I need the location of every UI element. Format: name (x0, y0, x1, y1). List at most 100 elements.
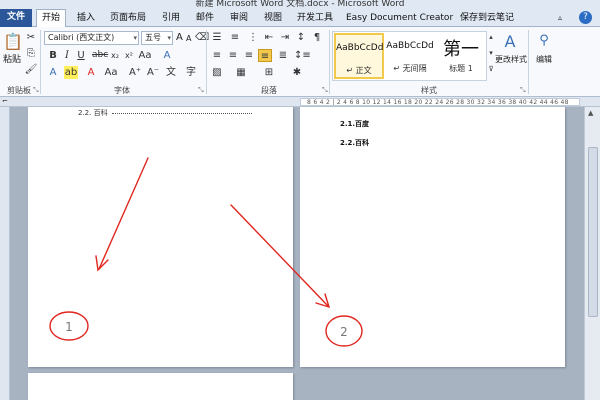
distributed-icon[interactable]: ≣ (276, 49, 290, 62)
toc-entry: 2.2. 百科 (78, 109, 108, 117)
heading-2-2: 2.2.百科 (340, 139, 370, 147)
window-title: 新建 Microsoft Word 文档.docx - Microsoft Wo… (195, 0, 405, 8)
increase-indent-icon[interactable]: ⇥ (278, 31, 292, 44)
ruler-ticks[interactable]: 8 6 4 2 | 2 4 6 8 10 12 14 16 18 20 22 2… (300, 98, 580, 106)
format-painter-icon[interactable]: 🖌 (24, 63, 38, 76)
scrollbar-thumb[interactable] (588, 147, 598, 317)
multilevel-list-icon[interactable]: ⋮ (246, 31, 260, 44)
style-no-spacing[interactable]: AaBbCcDd ↵ 无间隔 (385, 33, 435, 79)
line-spacing-icon[interactable]: ↕≡ (294, 49, 311, 62)
tab-home[interactable]: 开始 (36, 9, 66, 27)
align-center-icon[interactable]: ≡ (226, 49, 240, 62)
font-name-value: Calibri (西文正文) (48, 33, 115, 42)
document-canvas[interactable]: 2.2. 百科 2.1.百度 2.2.百科 (10, 107, 584, 400)
font-launcher-icon[interactable]: ⤡ (198, 86, 204, 95)
vertical-ruler (0, 107, 10, 400)
style-preview: 第一 (443, 39, 479, 60)
copy-icon[interactable]: ⎘ (24, 47, 38, 60)
group-separator (329, 30, 330, 94)
decrease-indent-icon[interactable]: ⇤ (262, 31, 276, 44)
group-separator (528, 30, 529, 94)
shading-icon[interactable]: ▨ (210, 66, 224, 79)
page-1[interactable]: 2.2. 百科 (28, 107, 293, 367)
styles-scroll-up-icon[interactable]: ▴ (487, 31, 495, 44)
justify-icon[interactable]: ≡ (258, 49, 272, 62)
group-separator (206, 30, 207, 94)
change-case-icon[interactable]: Aa (104, 66, 118, 79)
tab-mailings[interactable]: 邮件 (192, 10, 218, 27)
tab-save-to-cloud-notes[interactable]: 保存到云笔记 (458, 10, 516, 27)
bold-icon[interactable]: B (46, 49, 60, 62)
phonetic-guide-icon[interactable]: 文 (164, 66, 178, 79)
font-name-combo[interactable]: Calibri (西文正文) ▾ (44, 31, 139, 45)
chinese-layout-icon[interactable]: ⊞ (262, 66, 276, 79)
sort-icon[interactable]: ↕ (294, 31, 308, 44)
vertical-scrollbar[interactable]: ▲ (584, 107, 600, 400)
editing-button[interactable]: 编辑 (531, 54, 557, 66)
ribbon-tab-bar: 文件 开始 插入 页面布局 引用 邮件 审阅 视图 开发工具 Easy Docu… (0, 8, 600, 27)
tab-file[interactable]: 文件 (0, 9, 32, 27)
style-normal[interactable]: AaBbCcDd ↵ 正文 (334, 33, 384, 79)
bullets-icon[interactable]: ☰ (210, 31, 224, 44)
title-bar: 新建 Microsoft Word 文档.docx - Microsoft Wo… (0, 0, 600, 8)
tab-selector-icon[interactable]: ⌐ (2, 97, 8, 106)
grow-font-icon[interactable]: A⁺ (128, 66, 142, 79)
highlight-icon[interactable]: ab (64, 66, 78, 79)
heading-2-1: 2.1.百度 (340, 120, 370, 128)
enclose-character-icon[interactable]: 字 (184, 66, 198, 79)
text-effect-icon[interactable]: A (160, 49, 174, 62)
tab-insert[interactable]: 插入 (72, 10, 100, 27)
shrink-font-button[interactable]: A (186, 33, 191, 45)
group-separator (40, 30, 41, 94)
paste-icon[interactable]: 📋 (3, 31, 23, 53)
grow-font-button[interactable]: A (176, 32, 183, 44)
styles-group-label: 样式 (421, 86, 437, 95)
tab-developer[interactable]: 开发工具 (294, 10, 336, 27)
page-3[interactable] (28, 373, 293, 400)
help-icon[interactable]: ? (579, 11, 592, 24)
find-icon[interactable]: ⚲ (534, 31, 554, 51)
underline-icon[interactable]: U (74, 49, 88, 62)
show-marks-icon[interactable]: ¶ (310, 31, 324, 44)
minimize-ribbon-icon[interactable]: ▵ (558, 12, 562, 24)
page-2[interactable]: 2.1.百度 2.2.百科 (300, 107, 565, 367)
font-size-combo[interactable]: 五号 ▾ (141, 31, 173, 45)
style-heading-1[interactable]: 第一 标题 1 (436, 33, 486, 79)
paragraph-launcher-icon[interactable]: ⤡ (322, 86, 328, 95)
cut-icon[interactable]: ✂ (24, 31, 38, 44)
style-caption: ↵ 正文 (346, 66, 372, 75)
toc-leader-dots (112, 113, 252, 114)
text-effects-icon[interactable]: A (46, 66, 60, 79)
text-direction-icon[interactable]: ✱ (290, 66, 304, 79)
align-right-icon[interactable]: ≡ (242, 49, 256, 62)
strikethrough-icon[interactable]: abc (92, 49, 108, 62)
style-preview: AaBbCcDd (336, 43, 384, 53)
borders-icon[interactable]: ▦ (234, 66, 248, 79)
font-color-icon[interactable]: A (84, 66, 98, 79)
tab-view[interactable]: 视图 (260, 10, 286, 27)
align-left-icon[interactable]: ≡ (210, 49, 224, 62)
tab-page-layout[interactable]: 页面布局 (106, 10, 150, 27)
italic-icon[interactable]: I (60, 49, 74, 62)
chevron-down-icon[interactable]: ▾ (167, 32, 171, 44)
superscript-icon[interactable]: x² (122, 49, 136, 62)
scroll-up-icon[interactable]: ▲ (588, 109, 593, 117)
styles-launcher-icon[interactable]: ⤡ (520, 86, 526, 95)
tab-easy-document-creator[interactable]: Easy Document Creator (346, 10, 453, 27)
ribbon: 📋 粘贴 ✂ ⎘ 🖌 剪贴板 ⤡ Calibri (西文正文) ▾ 五号 ▾ A… (0, 27, 600, 97)
change-case-icon[interactable]: Aa (138, 49, 152, 62)
clipboard-launcher-icon[interactable]: ⤡ (33, 86, 39, 95)
tab-references[interactable]: 引用 (158, 10, 184, 27)
font-group-label: 字体 (114, 86, 130, 95)
style-preview: AaBbCcDd (386, 41, 434, 51)
numbering-icon[interactable]: ≡ (228, 31, 242, 44)
shrink-font-icon[interactable]: A⁻ (146, 66, 160, 79)
horizontal-ruler: ⌐ 8 6 4 2 | 2 4 6 8 10 12 14 16 18 20 22… (0, 97, 600, 107)
chevron-down-icon[interactable]: ▾ (133, 32, 137, 44)
subscript-icon[interactable]: x₂ (108, 49, 122, 62)
tab-review[interactable]: 审阅 (226, 10, 252, 27)
font-size-value: 五号 (145, 33, 161, 42)
paste-button[interactable]: 粘贴 (2, 54, 22, 66)
change-styles-icon[interactable]: A (500, 31, 520, 53)
style-caption: 标题 1 (449, 64, 473, 73)
